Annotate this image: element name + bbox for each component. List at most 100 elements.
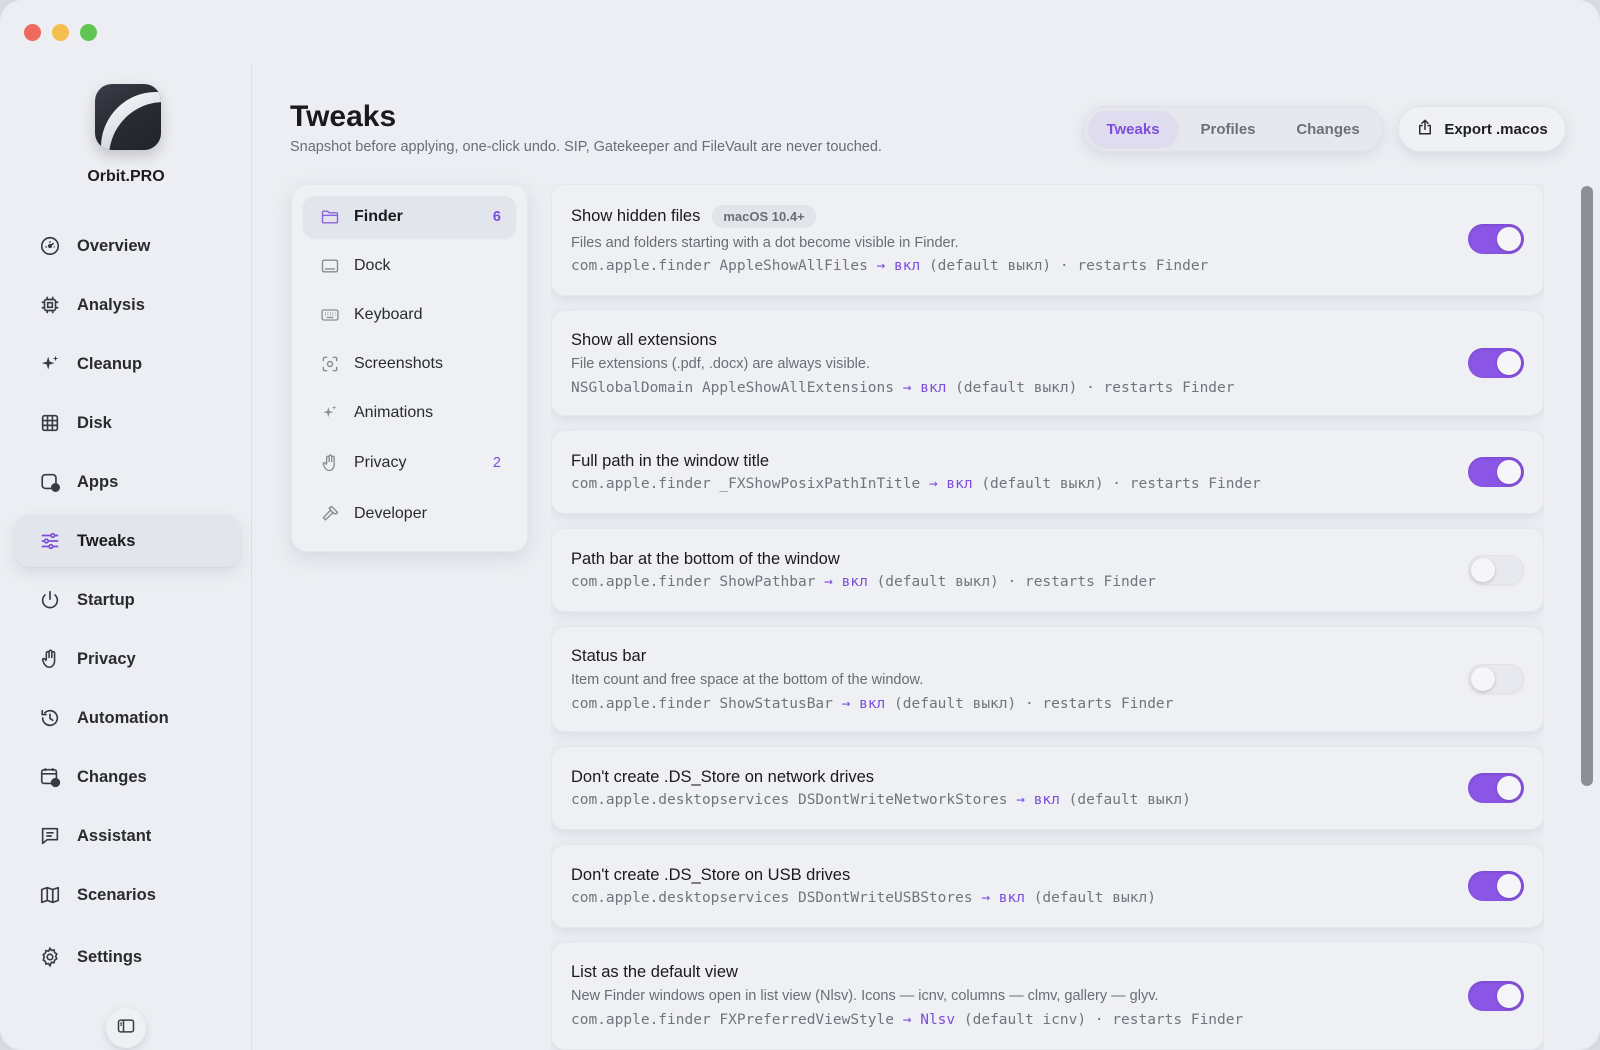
window-controls [24,24,97,41]
share-icon [1416,118,1434,140]
sidebar-item-automation[interactable]: Automation [15,692,240,744]
sidebar-item-label: Startup [77,590,135,609]
tweak-card: Don't create .DS_Store on USB drives com… [551,844,1544,928]
code-tail: (default icnv) · restarts Finder [963,1012,1244,1028]
category-count: 2 [492,455,501,471]
tweak-toggle[interactable] [1468,871,1524,901]
category-label: Keyboard [354,306,423,323]
code-value: → вкл [928,476,973,492]
tweak-card: Status bar Item count and free space at … [551,626,1544,732]
sidebar-item-privacy[interactable]: Privacy [15,633,240,685]
code-key: com.apple.desktopservices DSDontWriteUSB… [571,890,973,906]
tweak-card: List as the default view New Finder wind… [551,942,1544,1050]
zoom-window-button[interactable] [80,24,97,41]
sidebar-item-label: Tweaks [77,531,136,550]
tab-tweaks[interactable]: Tweaks [1088,111,1178,147]
category-label: Finder [354,208,403,225]
tweak-title-row: Show hidden files macOS 10.4+ [571,205,816,228]
category-developer[interactable]: Developer [303,493,516,535]
calendar-clock-icon [39,766,61,788]
tweak-toggle[interactable] [1468,457,1524,487]
toggle-knob [1497,776,1521,800]
category-count: 6 [492,209,501,225]
tweak-title: Don't create .DS_Store on network drives [571,768,875,786]
category-animations[interactable]: Animations [303,392,516,434]
sidebar-item-overview[interactable]: Overview [15,220,240,272]
close-window-button[interactable] [24,24,41,41]
hammer-icon [320,504,340,524]
grid-icon [39,412,61,434]
category-screenshots[interactable]: Screenshots [303,343,516,385]
category-keyboard[interactable]: Keyboard [303,294,516,336]
sidebar-item-settings[interactable]: Settings [15,931,240,983]
minimize-window-button[interactable] [52,24,69,41]
tweak-toggle[interactable] [1468,981,1524,1011]
code-tail: (default выкл) [1068,792,1191,808]
cpu-icon [39,294,61,316]
toggle-knob [1471,667,1495,691]
chat-icon [39,825,61,847]
tweak-description: Item count and free space at the bottom … [571,672,924,688]
folder-icon [320,207,340,227]
tweak-description: Files and folders starting with a dot be… [571,235,959,251]
code-key: com.apple.desktopservices DSDontWriteNet… [571,792,1008,808]
sidebar-item-label: Scenarios [77,885,156,904]
sidebar-item-tweaks[interactable]: Tweaks [15,515,240,567]
sidebar-item-scenarios[interactable]: Scenarios [15,869,240,921]
category-list: Finder 6 Dock Keyboard Screenshots Anima… [291,184,528,552]
export-button[interactable]: Export .macos [1398,106,1566,152]
tweak-description: New Finder windows open in list view (Nl… [571,988,1159,1004]
screenshot-icon [320,354,340,374]
sidebar-item-changes[interactable]: Changes [15,751,240,803]
toggle-knob [1497,351,1521,375]
code-key: com.apple.finder ShowStatusBar [571,696,833,712]
code-value: → вкл [981,890,1025,906]
tweak-card: Show all extensions File extensions (.pd… [551,310,1544,416]
tweak-toggle[interactable] [1468,348,1524,378]
code-tail: (default выкл) · restarts Finder [981,476,1261,492]
code-value: → вкл [841,696,886,712]
tweak-toggle[interactable] [1468,224,1524,254]
tweak-card: Don't create .DS_Store on network drives… [551,746,1544,830]
sidebar-toggle-button[interactable] [106,1008,146,1048]
tab-changes[interactable]: Changes [1278,111,1378,147]
tweak-code: com.apple.finder FXPreferredViewStyle → … [571,1012,1243,1028]
sidebar-toggle-icon [116,1016,136,1041]
sidebar-item-assistant[interactable]: Assistant [15,810,240,862]
category-dock[interactable]: Dock [303,245,516,287]
history-icon [39,707,61,729]
sparkle-icon [320,403,340,423]
code-key: com.apple.finder ShowPathbar [571,574,816,590]
tweak-title: Show hidden files [571,207,701,225]
sidebar-item-analysis[interactable]: Analysis [15,279,240,331]
app-name: Orbit.PRO [87,168,165,185]
toggle-knob [1497,984,1521,1008]
tweak-code: com.apple.desktopservices DSDontWriteUSB… [571,890,1156,906]
tweak-code: com.apple.finder AppleShowAllFiles → вкл… [571,258,1208,274]
tweak-title: List as the default view [571,963,738,981]
sidebar-item-cleanup[interactable]: Cleanup [15,338,240,390]
code-tail: (default выкл) [1033,890,1156,906]
tweak-toggle[interactable] [1468,664,1524,694]
tweak-toggle[interactable] [1468,773,1524,803]
code-value: → вкл [1016,792,1060,808]
sliders-icon [39,530,61,552]
category-privacy[interactable]: Privacy 2 [303,442,516,484]
code-value: → Nlsv [902,1012,956,1028]
sidebar-item-apps[interactable]: Apps [15,456,240,508]
tab-profiles[interactable]: Profiles [1178,111,1278,147]
code-key: NSGlobalDomain AppleShowAllExtensions [571,380,895,396]
code-key: com.apple.finder AppleShowAllFiles [571,258,868,274]
tweak-toggle[interactable] [1468,555,1524,585]
sidebar-item-label: Disk [77,413,112,432]
tweak-title: Full path in the window title [571,452,770,470]
sidebar-item-disk[interactable]: Disk [15,397,240,449]
scrollbar-thumb[interactable] [1581,186,1593,786]
sidebar-item-label: Automation [77,708,169,727]
tweak-card: Show hidden files macOS 10.4+ Files and … [551,184,1544,296]
code-value: → вкл [824,574,868,590]
category-finder[interactable]: Finder 6 [303,196,516,238]
tweak-code: com.apple.desktopservices DSDontWriteNet… [571,792,1191,808]
sidebar-item-startup[interactable]: Startup [15,574,240,626]
category-label: Developer [354,505,427,522]
